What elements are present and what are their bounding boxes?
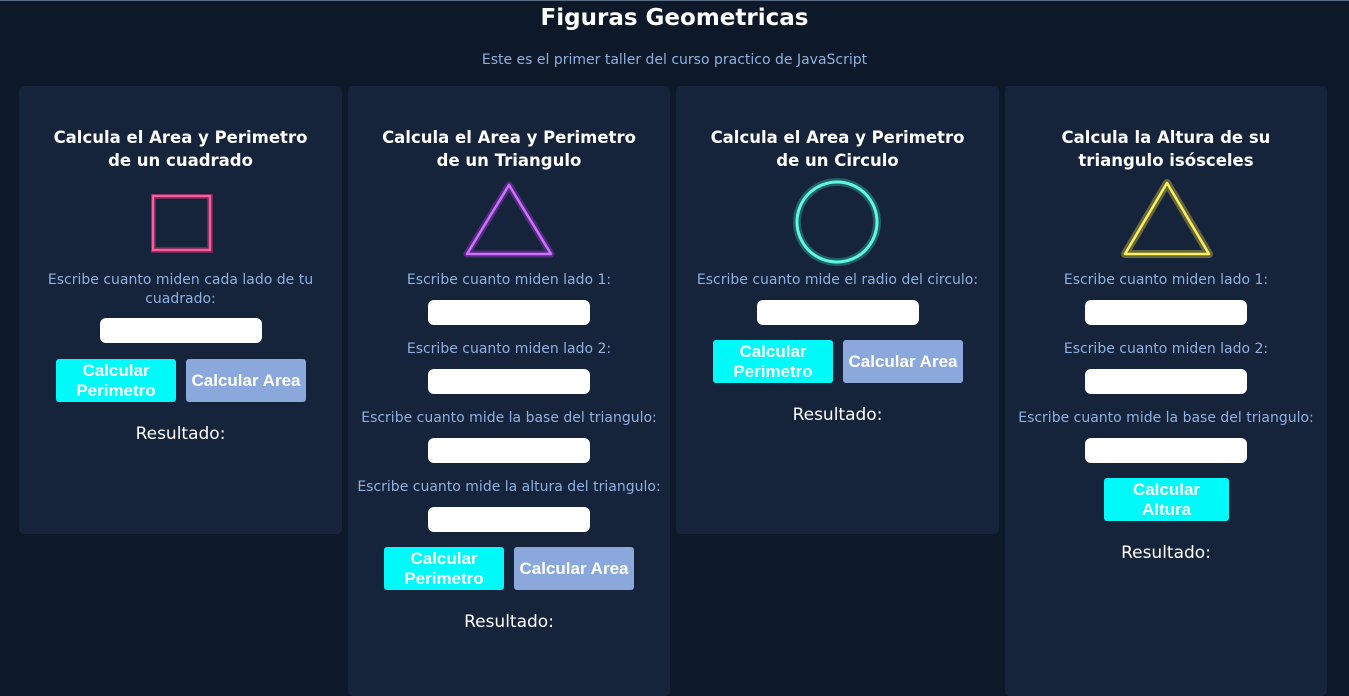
calculate-area-button[interactable]: Calcular Area — [843, 340, 963, 383]
radius-label: Escribe cuanto mide el radio del circulo… — [696, 272, 979, 288]
base-input[interactable] — [1085, 438, 1247, 463]
calculate-perimeter-button[interactable]: Calcular Perimetro — [56, 359, 176, 402]
height-input[interactable] — [428, 507, 590, 532]
isosceles-card: Calcula la Altura de su triangulo isósce… — [1005, 86, 1327, 696]
side-label: Escribe cuanto miden cada lado de tu cua… — [47, 272, 314, 307]
triangle-icon — [1120, 178, 1214, 264]
calculate-perimeter-button[interactable]: Calcular Perimetro — [384, 547, 504, 590]
side1-label: Escribe cuanto miden lado 1: — [406, 272, 612, 288]
card-title: Calcula el Area y Perimetro de un Triang… — [382, 128, 636, 170]
square-icon — [150, 193, 213, 258]
triangle-icon — [463, 180, 555, 264]
card-title: Calcula el Area y Perimetro de un Circul… — [710, 128, 965, 170]
side1-label: Escribe cuanto miden lado 1: — [1063, 272, 1269, 288]
side1-input[interactable] — [1085, 300, 1247, 325]
side2-input[interactable] — [1085, 369, 1247, 394]
calculate-area-button[interactable]: Calcular Area — [514, 547, 634, 590]
side1-input[interactable] — [428, 300, 590, 325]
result-text: Resultado: — [464, 612, 554, 632]
card-title: Calcula el Area y Perimetro de un cuadra… — [53, 128, 308, 170]
circle-icon — [793, 178, 881, 270]
page-subtitle: Este es el primer taller del curso pract… — [481, 52, 868, 68]
base-label: Escribe cuanto mide la base del triangul… — [1018, 410, 1314, 426]
result-text: Resultado: — [1121, 543, 1211, 563]
base-label: Escribe cuanto mide la base del triangul… — [361, 410, 657, 426]
page-title: Figuras Geometricas — [540, 5, 809, 31]
radius-input[interactable] — [757, 300, 919, 325]
side2-input[interactable] — [428, 369, 590, 394]
calculate-perimeter-button[interactable]: Calcular Perimetro — [713, 340, 833, 383]
calculate-area-button[interactable]: Calcular Area — [186, 359, 306, 402]
side2-label: Escribe cuanto miden lado 2: — [1063, 341, 1269, 357]
square-card: Calcula el Area y Perimetro de un cuadra… — [19, 86, 342, 534]
result-text: Resultado: — [792, 405, 883, 425]
card-title: Calcula la Altura de su triangulo isósce… — [1061, 128, 1271, 170]
side-input[interactable] — [100, 318, 262, 343]
base-input[interactable] — [428, 438, 590, 463]
side2-label: Escribe cuanto miden lado 2: — [406, 341, 612, 357]
triangle-card: Calcula el Area y Perimetro de un Triang… — [348, 86, 670, 696]
calculate-height-button[interactable]: Calcular Altura — [1104, 478, 1229, 521]
height-label: Escribe cuanto mide la altura del triang… — [357, 479, 661, 495]
circle-card: Calcula el Area y Perimetro de un Circul… — [676, 86, 999, 534]
result-text: Resultado: — [135, 424, 226, 444]
